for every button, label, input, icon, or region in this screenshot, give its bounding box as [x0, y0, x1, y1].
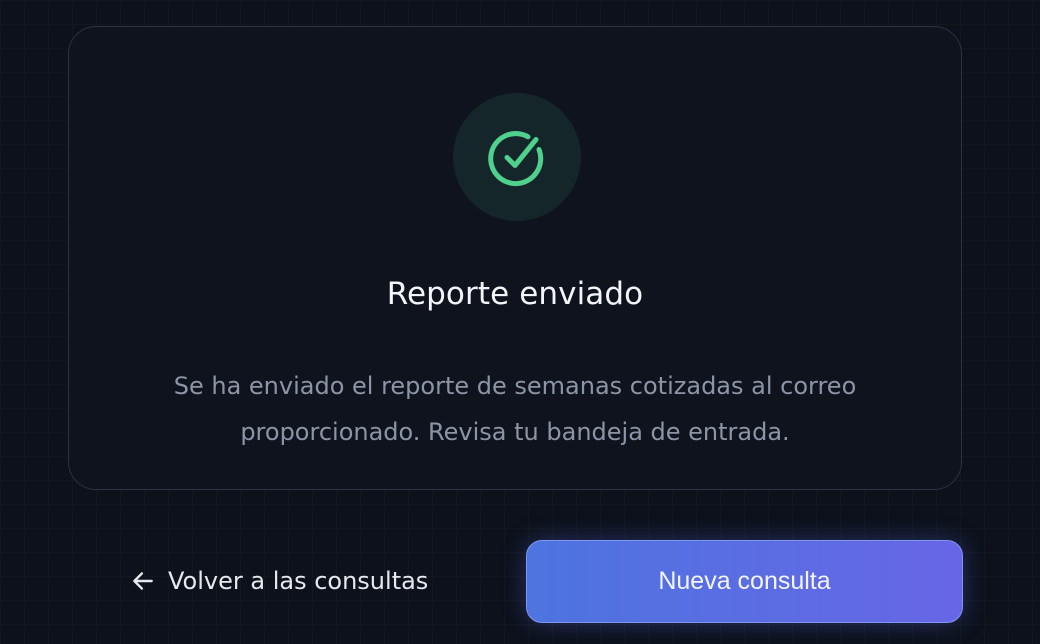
success-title: Reporte enviado	[386, 275, 644, 312]
success-card: Reporte enviado Se ha enviado el reporte…	[68, 26, 962, 490]
success-message-line-2: proporcionado. Revisa tu bandeja de entr…	[240, 418, 790, 446]
back-link-label: Volver a las consultas	[168, 567, 429, 595]
arrow-left-icon	[133, 572, 153, 590]
success-message: Se ha enviado el reporte de semanas coti…	[149, 363, 881, 455]
new-consultation-button[interactable]: Nueva consulta	[526, 540, 963, 623]
success-badge	[453, 93, 581, 221]
back-to-consultations-link[interactable]: Volver a las consultas	[130, 562, 428, 600]
check-circle-icon	[488, 131, 544, 187]
success-message-line-1: Se ha enviado el reporte de semanas coti…	[173, 372, 857, 400]
